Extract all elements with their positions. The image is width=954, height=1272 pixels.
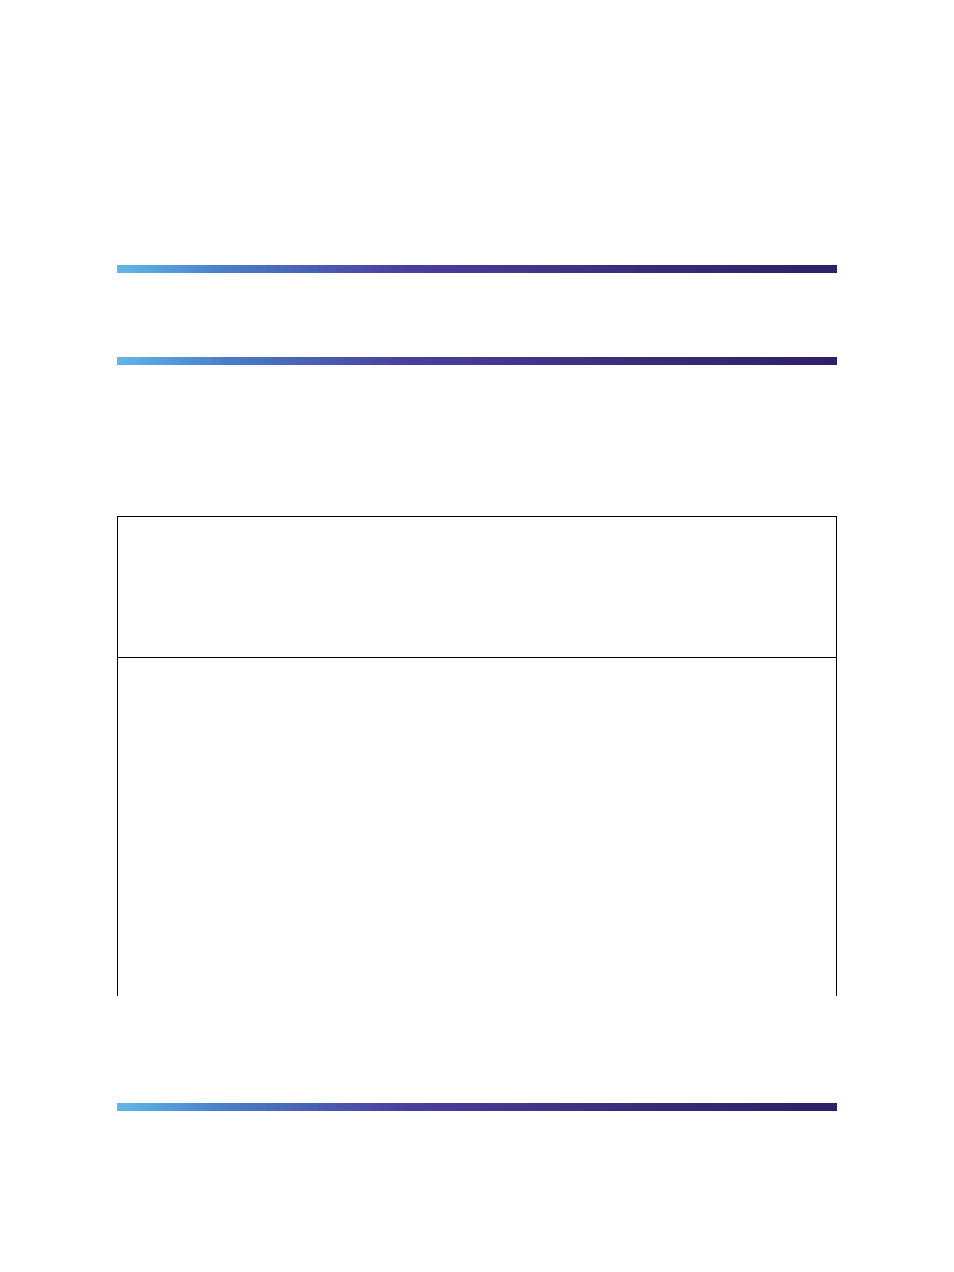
gradient-divider-2: [117, 357, 837, 365]
content-box: [117, 516, 837, 996]
gradient-divider-3: [117, 1103, 837, 1111]
gradient-divider-1: [117, 265, 837, 273]
box-horizontal-divider: [118, 657, 836, 658]
